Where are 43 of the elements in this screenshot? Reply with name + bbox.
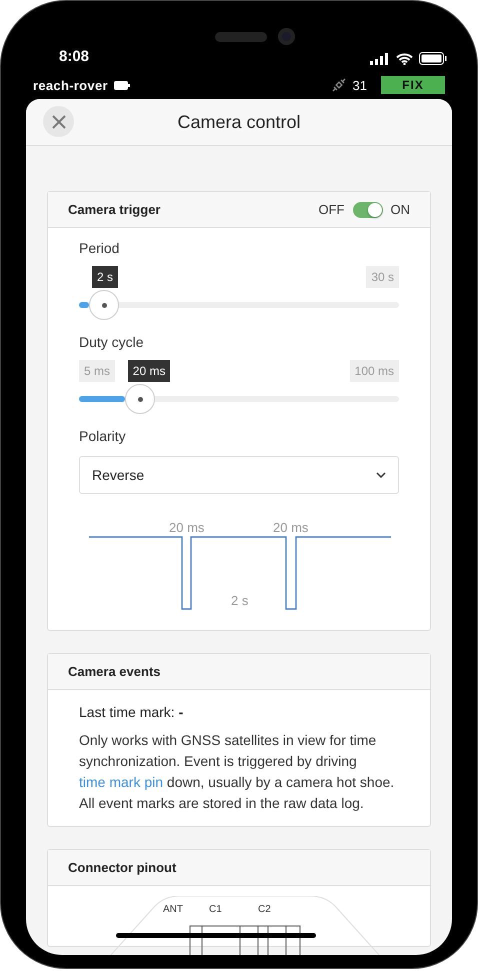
card-title: Camera trigger	[68, 202, 160, 217]
last-mark-label: Last time mark:	[79, 704, 175, 720]
chevron-down-icon	[376, 472, 386, 478]
slider[interactable]	[79, 384, 399, 414]
battery-icon	[114, 80, 130, 90]
satellite-count: 31	[352, 78, 367, 92]
close-icon	[52, 114, 66, 128]
camera-lens	[278, 28, 295, 45]
info-paragraph: Only works with GNSS satellites in view for time synchronization. Event is triggered by driving time mark pin down, usually by a camera hot shoe. All event marks are stored in the raw data log.	[79, 731, 396, 813]
field-label: Duty cycle	[79, 334, 144, 350]
pin-label: ANT	[163, 904, 183, 915]
speaker-notch	[215, 32, 267, 42]
max-value-tag: 30 s	[366, 266, 399, 288]
close-button[interactable]	[43, 106, 74, 137]
current-value-tag: 2 s	[92, 266, 118, 288]
toggle-off-label: OFF	[318, 202, 344, 217]
page-title: Camera control	[177, 112, 301, 132]
slider-thumb[interactable]	[88, 290, 119, 320]
pulse-width-label: 20 ms	[169, 520, 204, 535]
wifi-icon	[396, 53, 413, 65]
min-value-tag: 5 ms	[79, 360, 116, 382]
battery-icon	[419, 52, 447, 65]
signal-icon	[370, 53, 390, 65]
pin-label: C1	[209, 904, 222, 915]
fix-badge: FIX	[381, 76, 445, 94]
slider-thumb[interactable]	[124, 384, 155, 414]
field-label: Period	[79, 240, 120, 256]
max-value-tag: 100 ms	[350, 360, 399, 382]
card-title: Connector pinout	[68, 860, 176, 875]
toggle-on-label: ON	[390, 202, 410, 217]
slider[interactable]	[79, 290, 399, 320]
pulse-width-label: 20 ms	[273, 520, 308, 535]
polarity-select[interactable]: Reverse	[79, 456, 399, 494]
pin-label: C2	[258, 904, 271, 915]
toggle-switch[interactable]	[352, 202, 382, 218]
current-value-tag: 20 ms	[128, 360, 170, 382]
card-title: Camera events	[68, 664, 160, 679]
satellite-icon	[330, 77, 347, 93]
period-label: 2 s	[231, 593, 248, 608]
device-name: reach-rover	[33, 78, 108, 92]
field-label: Polarity	[79, 428, 126, 444]
last-mark-value: -	[178, 704, 184, 720]
clock: 8:08	[59, 48, 90, 65]
